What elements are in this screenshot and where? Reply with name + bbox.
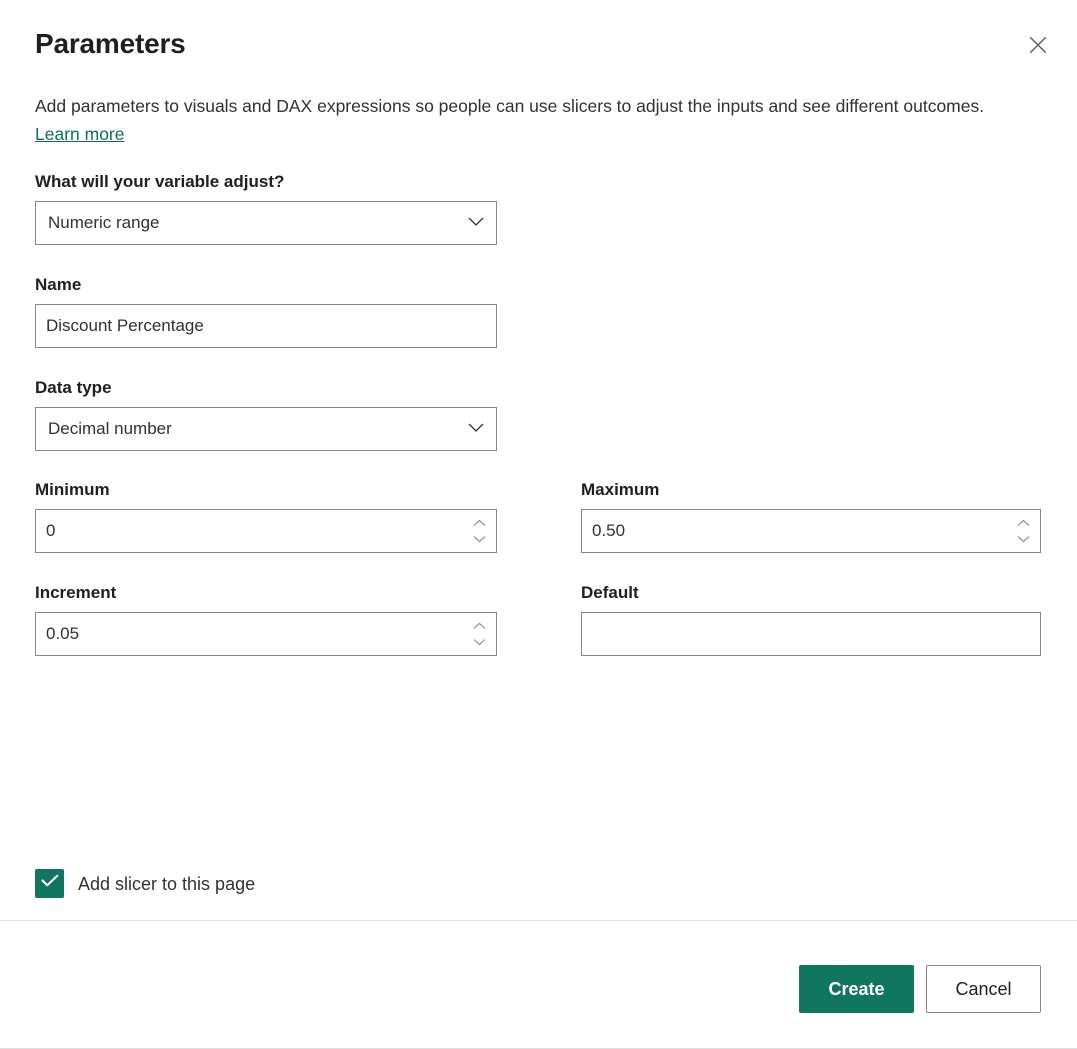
maximum-label: Maximum xyxy=(581,478,1041,502)
add-slicer-checkbox[interactable]: Add slicer to this page xyxy=(35,869,255,898)
name-input[interactable]: Discount Percentage xyxy=(35,304,497,348)
parameters-dialog: Parameters Add parameters to visuals and… xyxy=(0,0,1077,1049)
default-label: Default xyxy=(581,581,1041,605)
chevron-up-icon[interactable] xyxy=(470,518,488,529)
variable-adjust-label: What will your variable adjust? xyxy=(35,170,497,194)
chevron-down-icon xyxy=(468,420,484,438)
increment-stepper xyxy=(470,613,488,655)
minimum-stepper xyxy=(470,510,488,552)
increment-input[interactable]: 0.05 xyxy=(35,612,497,656)
name-label: Name xyxy=(35,273,497,297)
checkmark-icon xyxy=(41,874,59,893)
cancel-button[interactable]: Cancel xyxy=(926,965,1041,1013)
dialog-footer: Create Cancel xyxy=(0,921,1077,1048)
maximum-value: 0.50 xyxy=(592,520,1010,542)
field-minimum: Minimum 0 xyxy=(35,478,497,553)
variable-adjust-value: Numeric range xyxy=(48,212,462,234)
field-data-type: Data type Decimal number xyxy=(35,376,497,451)
chevron-down-icon[interactable] xyxy=(470,534,488,545)
increment-label: Increment xyxy=(35,581,497,605)
minimum-value: 0 xyxy=(46,520,466,542)
minimum-label: Minimum xyxy=(35,478,497,502)
field-maximum: Maximum 0.50 xyxy=(581,478,1041,553)
data-type-label: Data type xyxy=(35,376,497,400)
learn-more-link[interactable]: Learn more xyxy=(35,124,125,144)
dialog-header: Parameters xyxy=(0,0,1077,92)
chevron-down-icon[interactable] xyxy=(470,637,488,648)
maximum-stepper xyxy=(1014,510,1032,552)
description-text: Add parameters to visuals and DAX expres… xyxy=(35,96,984,116)
data-type-value: Decimal number xyxy=(48,418,462,440)
data-type-dropdown[interactable]: Decimal number xyxy=(35,407,497,451)
field-default: Default xyxy=(581,581,1041,656)
variable-adjust-dropdown[interactable]: Numeric range xyxy=(35,201,497,245)
increment-value: 0.05 xyxy=(46,623,466,645)
field-variable-adjust: What will your variable adjust? Numeric … xyxy=(35,170,497,245)
field-increment: Increment 0.05 xyxy=(35,581,497,656)
minimum-input[interactable]: 0 xyxy=(35,509,497,553)
add-slicer-label: Add slicer to this page xyxy=(78,872,255,896)
footer-button-group: Create Cancel xyxy=(799,965,1041,1013)
page-title: Parameters xyxy=(35,26,186,62)
field-name: Name Discount Percentage xyxy=(35,273,497,348)
chevron-down-icon xyxy=(468,214,484,232)
chevron-down-icon[interactable] xyxy=(1014,534,1032,545)
chevron-up-icon[interactable] xyxy=(470,621,488,632)
create-button[interactable]: Create xyxy=(799,965,914,1013)
chevron-up-icon[interactable] xyxy=(1014,518,1032,529)
close-icon xyxy=(1029,36,1047,54)
dialog-description: Add parameters to visuals and DAX expres… xyxy=(35,92,990,148)
default-input[interactable] xyxy=(581,612,1041,656)
checkbox-box[interactable] xyxy=(35,869,64,898)
name-value: Discount Percentage xyxy=(46,315,486,337)
maximum-input[interactable]: 0.50 xyxy=(581,509,1041,553)
close-button[interactable] xyxy=(1021,28,1055,62)
